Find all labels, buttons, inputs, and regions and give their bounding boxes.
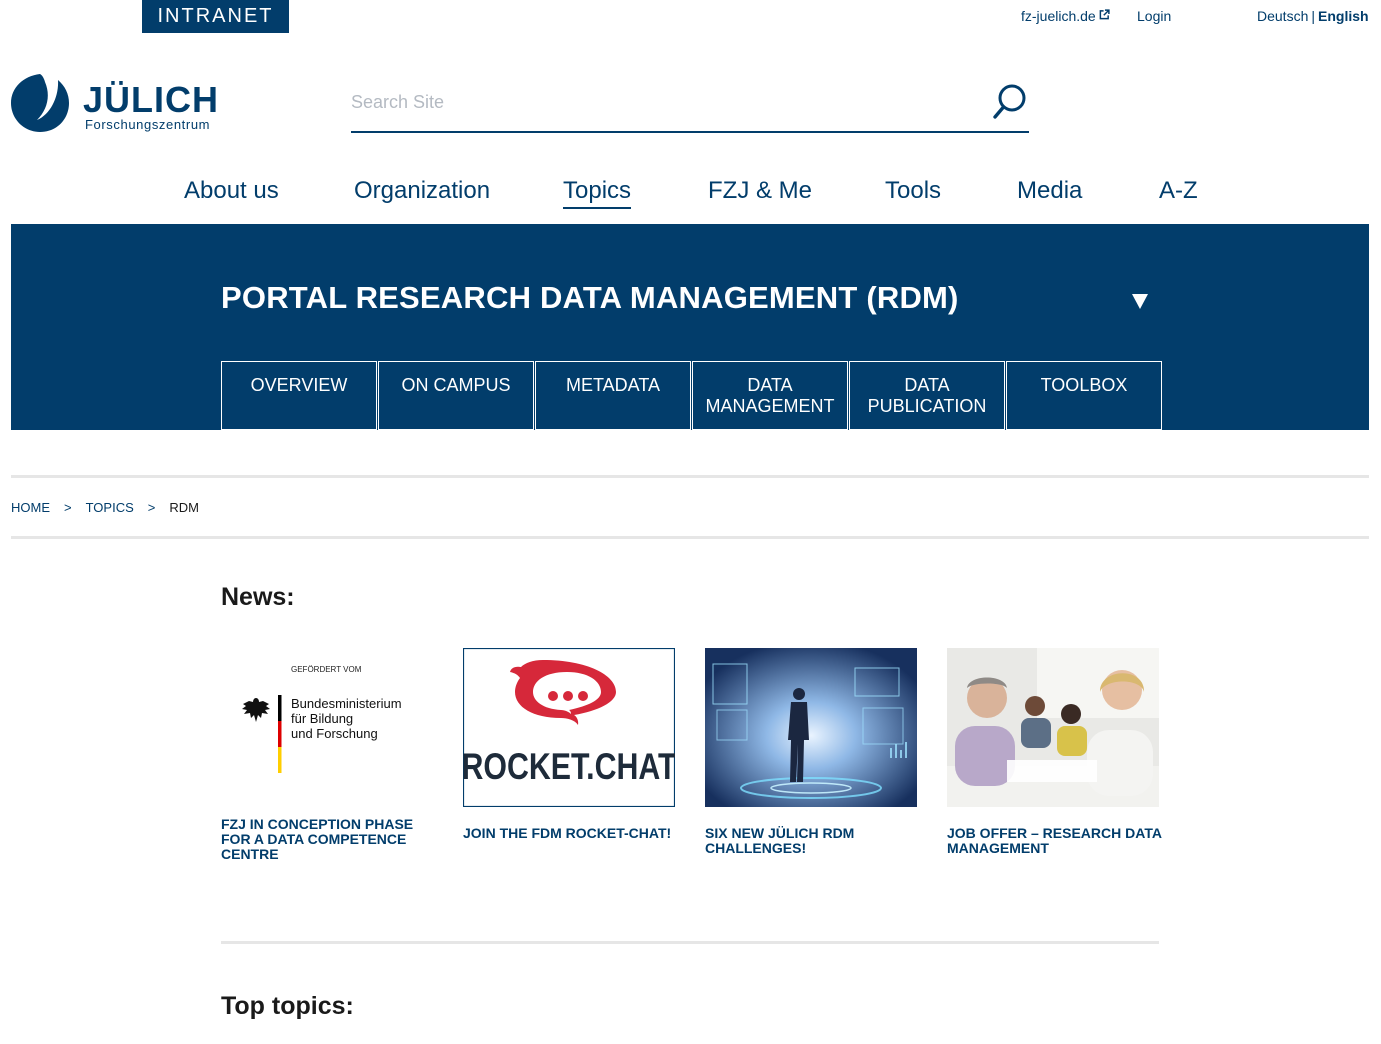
logo-subtitle: Forschungszentrum — [85, 117, 210, 132]
lang-english-link[interactable]: English — [1318, 8, 1369, 24]
news-card[interactable]: ROCKET.CHAT JOIN THE FDM ROCKET-CHAT! — [463, 648, 675, 841]
juelich-logo[interactable]: JÜLICH Forschungszentrum — [11, 72, 223, 134]
news-card[interactable]: GEFÖRDERT VOM Bundesministerium für Bild… — [221, 648, 433, 862]
main-navigation: About us Organization Topics FZJ & Me To… — [0, 177, 1381, 213]
search-input[interactable] — [351, 88, 971, 116]
news-title[interactable]: SIX NEW JÜLICH RDM CHALLENGES! — [705, 826, 925, 856]
news-image-job-offer — [947, 648, 1159, 807]
subnav-tab-label-line2: MANAGEMENT — [705, 396, 835, 416]
site-search — [351, 80, 1029, 133]
portal-title: PORTAL RESEARCH DATA MANAGEMENT (RDM) — [221, 280, 959, 315]
logo-wordmark: JÜLICH — [83, 79, 219, 120]
subnav-tab-overview[interactable]: OVERVIEW — [221, 361, 377, 430]
lang-separator: | — [1311, 8, 1315, 24]
news-title[interactable]: JOIN THE FDM ROCKET-CHAT! — [463, 826, 683, 841]
bmbf-line: und Forschung — [291, 726, 378, 741]
subnav-tab-label: METADATA — [566, 375, 660, 395]
news-card[interactable]: SIX NEW JÜLICH RDM CHALLENGES! — [705, 648, 917, 856]
subnav-tab-label: ON CAMPUS — [401, 375, 511, 395]
bmbf-line: Bundesministerium — [291, 696, 402, 711]
nav-a-z[interactable]: A-Z — [1159, 177, 1198, 205]
subnav-tab-data-management[interactable]: DATA MANAGEMENT — [692, 361, 848, 430]
nav-topics[interactable]: Topics — [563, 177, 632, 209]
subnav-tab-label: DATA — [747, 375, 793, 395]
logo-mark-icon — [11, 74, 69, 132]
subnav-tab-label: TOOLBOX — [1040, 375, 1128, 395]
nav-fzj-and-me[interactable]: FZJ & Me — [708, 177, 812, 205]
intranet-badge[interactable]: INTRANET — [142, 0, 289, 33]
search-icon[interactable] — [993, 83, 1029, 121]
login-link[interactable]: Login — [1137, 8, 1171, 24]
external-link-icon — [1099, 9, 1110, 20]
breadcrumb-current: RDM — [169, 500, 199, 515]
divider — [221, 941, 1159, 944]
portal-subnav: OVERVIEW ON CAMPUS METADATA DATA MANAGEME… — [221, 361, 1163, 430]
breadcrumb-separator: > — [147, 500, 156, 515]
triangle-down-icon[interactable] — [1131, 292, 1149, 310]
external-site-link[interactable]: fz-juelich.de — [1021, 8, 1110, 24]
divider — [11, 536, 1369, 539]
lang-deutsch-link[interactable]: Deutsch — [1257, 8, 1308, 24]
nav-tools[interactable]: Tools — [885, 177, 941, 205]
external-site-link-label[interactable]: fz-juelich.de — [1021, 8, 1096, 24]
news-image-bmbf: GEFÖRDERT VOM Bundesministerium für Bild… — [221, 648, 433, 807]
bmbf-funded-caption: GEFÖRDERT VOM — [291, 665, 362, 674]
breadcrumb-separator: > — [64, 500, 72, 515]
breadcrumb: HOME > TOPICS > RDM — [11, 500, 199, 515]
news-heading: News: — [221, 583, 295, 611]
subnav-tab-toolbox[interactable]: TOOLBOX — [1006, 361, 1162, 430]
subnav-tab-data-publication[interactable]: DATA PUBLICATION — [849, 361, 1005, 430]
rocketchat-wordmark: ROCKET.CHAT — [463, 746, 675, 788]
subnav-tab-label: OVERVIEW — [250, 375, 348, 395]
news-image-digital-challenges — [705, 648, 917, 807]
news-title[interactable]: JOB OFFER – RESEARCH DATA MANAGEMENT — [947, 826, 1167, 856]
top-topics-heading: Top topics: — [221, 992, 354, 1020]
bmbf-line: für Bildung — [291, 711, 353, 726]
subnav-tab-label-line2: PUBLICATION — [867, 396, 987, 416]
subnav-tab-label: DATA — [904, 375, 950, 395]
news-title[interactable]: FZJ IN CONCEPTION PHASE FOR A DATA COMPE… — [221, 817, 441, 862]
news-card[interactable]: JOB OFFER – RESEARCH DATA MANAGEMENT — [947, 648, 1161, 856]
divider — [11, 475, 1369, 478]
breadcrumb-topics[interactable]: TOPICS — [86, 500, 134, 515]
subnav-tab-metadata[interactable]: METADATA — [535, 361, 691, 430]
language-switcher: Deutsch | English — [1257, 8, 1369, 24]
breadcrumb-home[interactable]: HOME — [11, 500, 50, 515]
news-image-rocketchat: ROCKET.CHAT — [463, 648, 675, 807]
nav-organization[interactable]: Organization — [354, 177, 490, 205]
subnav-tab-on-campus[interactable]: ON CAMPUS — [378, 361, 534, 430]
nav-media[interactable]: Media — [1017, 177, 1082, 205]
nav-about-us[interactable]: About us — [184, 177, 279, 205]
portal-banner: PORTAL RESEARCH DATA MANAGEMENT (RDM) OV… — [11, 224, 1369, 430]
